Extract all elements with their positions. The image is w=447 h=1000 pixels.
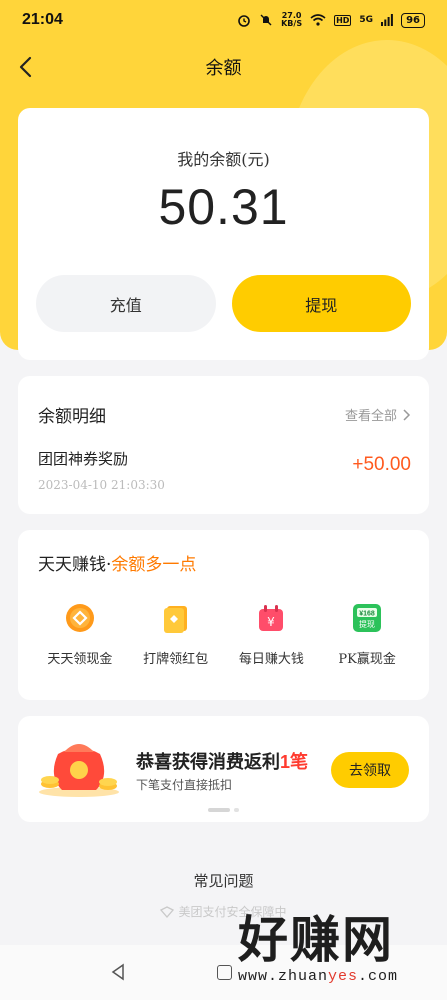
chevron-left-icon	[19, 56, 32, 78]
shield-icon	[160, 905, 175, 918]
earn-item-label: 打牌领红包	[143, 652, 209, 667]
watermark: 好赚网 www.zhuanyes.com	[238, 912, 438, 992]
net-speed: 27.0 KB/S	[281, 12, 302, 28]
carousel-dot	[234, 808, 239, 812]
carousel-dot-active	[208, 808, 230, 812]
withdraw-button[interactable]: 提现	[231, 275, 411, 332]
watermark-url-suffix: .com	[358, 968, 399, 985]
earn-item-label: PK赢现金	[338, 652, 396, 667]
record-amount: +50.00	[352, 454, 411, 475]
nav-bar: 余额	[0, 46, 447, 88]
rebate-subtitle: 下笔支付直接抵扣	[136, 778, 233, 792]
earn-title-emphasis: 余额多一点	[111, 555, 197, 575]
rebate-title-highlight: 1笔	[280, 752, 309, 772]
nav-home-icon[interactable]	[217, 965, 232, 980]
recharge-button[interactable]: 充值	[36, 275, 216, 332]
balance-card: 我的余额(元) 50.31 充值 提现	[18, 108, 429, 360]
earn-item-label: 天天领现金	[47, 652, 113, 667]
watermark-url: www.zhuanyes.com	[238, 968, 438, 986]
rebate-title: 恭喜获得消费返利1笔	[136, 748, 308, 774]
faq-link[interactable]: 常见问题	[0, 870, 447, 891]
balance-actions: 充值 提现	[36, 275, 411, 332]
see-all-label: 查看全部	[344, 409, 397, 424]
nav-back-icon[interactable]	[110, 963, 126, 981]
signal-5g: 5G	[359, 15, 374, 25]
earn-item-label: 每日赚大钱	[238, 652, 304, 667]
page-title: 余额	[205, 58, 242, 79]
earn-title-prefix: 天天赚钱·	[38, 555, 112, 575]
money-bag-icon	[36, 736, 122, 798]
status-icons: 27.0 KB/S HD 5G 96	[237, 12, 425, 28]
carousel-indicator	[18, 808, 429, 812]
earn-money-card: 天天赚钱·余额多一点 天天领现金 打牌领红包 ¥ 每日赚大钱 ¥168 提现 P…	[18, 530, 429, 700]
pk-badge-bottom: 提现	[359, 619, 375, 629]
balance-detail-header: 余额明细 查看全部	[18, 376, 429, 427]
balance-detail-card: 余额明细 查看全部 团团神券奖励 2023-04-10 21:03:30 +50…	[18, 376, 429, 514]
alarm-icon	[238, 15, 250, 27]
coin-icon	[64, 602, 96, 634]
balance-label: 我的余额(元)	[177, 150, 270, 169]
balance-amount: 50.31	[158, 179, 289, 235]
earn-item-daily-earn[interactable]: ¥ 每日赚大钱	[229, 602, 313, 667]
rebate-title-main: 恭喜获得消费返利	[136, 752, 280, 772]
pk-badge-top: ¥168	[359, 611, 375, 618]
cash-withdraw-icon: ¥168 提现	[351, 602, 383, 634]
status-bar: 21:04 27.0 KB/S HD 5G 96	[0, 0, 447, 40]
watermark-url-prefix: www.zhuan	[238, 968, 329, 985]
mute-icon	[260, 14, 272, 26]
watermark-logo: 好赚网	[238, 911, 394, 969]
back-button[interactable]	[12, 52, 42, 82]
rebate-banner[interactable]: 恭喜获得消费返利1笔 下笔支付直接抵扣 去领取	[18, 716, 429, 822]
earn-item-pk-cash[interactable]: ¥168 提现 PK赢现金	[325, 602, 409, 667]
record-time: 2023-04-10 21:03:30	[38, 478, 165, 492]
watermark-url-highlight: yes	[328, 968, 359, 985]
card-icon	[160, 602, 192, 634]
status-time: 21:04	[22, 11, 63, 28]
battery-indicator: 96	[401, 12, 425, 28]
calendar-icon: ¥	[255, 602, 287, 634]
earn-item-daily-cash[interactable]: 天天领现金	[38, 602, 122, 667]
list-item[interactable]: 团团神券奖励 2023-04-10 21:03:30 +50.00	[38, 448, 411, 492]
svg-text:¥: ¥	[268, 615, 276, 629]
hd-icon: HD	[334, 14, 352, 26]
earn-title: 天天赚钱·余额多一点	[18, 530, 429, 575]
wifi-icon	[310, 14, 326, 26]
claim-button[interactable]: 去领取	[331, 752, 409, 788]
earn-items: 天天领现金 打牌领红包 ¥ 每日赚大钱 ¥168 提现 PK赢现金	[18, 602, 429, 667]
balance-detail-title: 余额明细	[38, 407, 106, 427]
signal-bars-icon	[381, 14, 393, 26]
net-speed-unit: KB/S	[281, 19, 303, 28]
chevron-right-icon	[403, 408, 411, 421]
earn-item-card-game[interactable]: 打牌领红包	[134, 602, 218, 667]
see-all-link[interactable]: 查看全部	[345, 405, 411, 424]
